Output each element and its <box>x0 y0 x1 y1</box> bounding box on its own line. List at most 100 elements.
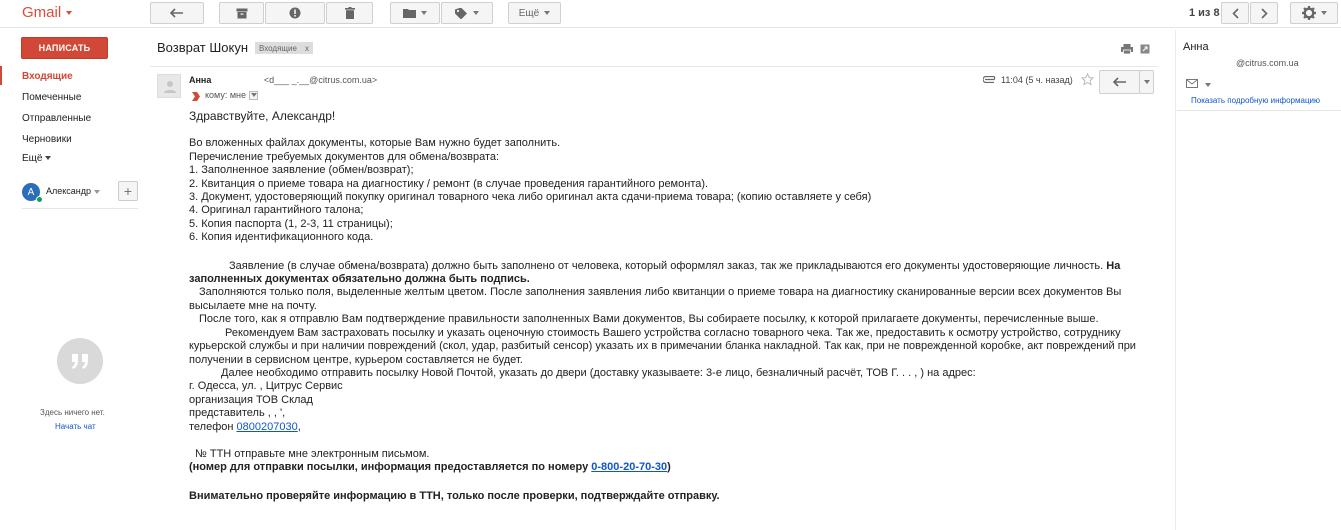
phone-line: телефон 0800207030, <box>189 421 1149 434</box>
trash-icon <box>344 7 355 19</box>
back-button[interactable] <box>150 2 204 24</box>
spam-icon <box>289 7 301 19</box>
ttn-info-line: (номер для отправки посылки, информация … <box>189 461 1149 474</box>
contact-email: @citrus.com.ua <box>1236 58 1299 68</box>
organization-line: организация ТОВ Склад <box>189 393 313 406</box>
compose-button[interactable]: НАПИСАТЬ <box>21 37 108 59</box>
gmail-logo[interactable]: Gmail <box>22 4 73 21</box>
star-icon[interactable] <box>1081 73 1094 86</box>
chat-empty-text: Здесь ничего нет. <box>40 408 105 417</box>
report-spam-button[interactable] <box>265 2 325 24</box>
chevron-down-icon <box>421 11 427 15</box>
hotline-link[interactable]: 0-800-20-70-30 <box>591 461 667 473</box>
older-button[interactable] <box>1250 2 1278 24</box>
paragraph-after-confirmation: После того, как я отправлю Вам подтвержд… <box>199 313 1099 326</box>
warning-text: Внимательно проверяйте информацию в ТТН,… <box>189 489 720 502</box>
more-actions-button[interactable]: Ещё <box>508 2 561 24</box>
sidebar-item-sent[interactable]: Отправленные <box>22 113 91 124</box>
gmail-logo-text: Gmail <box>22 4 62 21</box>
sidebar-item-label: Отправленные <box>22 113 92 124</box>
mail-icon[interactable] <box>1186 79 1198 88</box>
phone-suffix: , <box>297 420 301 433</box>
sidebar-item-label: Входящие <box>22 71 73 82</box>
online-status-icon <box>36 196 43 203</box>
paragraph-shipping: Далее необходимо отправить посылку Новой… <box>221 366 976 379</box>
sidebar-item-label: Черновики <box>22 134 72 145</box>
paragraph-fill-fields: Заполняются только поля, выделенные желт… <box>189 286 1122 312</box>
representative-line: представитель , , ', <box>189 407 286 420</box>
chevron-down-icon <box>473 11 479 15</box>
list-item: 2. Квитанция о приеме товара на диагност… <box>189 177 709 190</box>
move-to-button[interactable] <box>390 2 440 24</box>
header-divider <box>150 66 1158 67</box>
sidebar-item-inbox[interactable]: Входящие <box>22 71 73 82</box>
sender-line: Анна <d___ _.__@citrus.com.ua> <box>189 75 377 85</box>
sidebar-item-starred[interactable]: Помеченные <box>22 92 81 103</box>
to-me-label: кому: мне <box>205 90 246 100</box>
list-item: 1. Заполненное заявление (обмен/возврат)… <box>189 164 414 177</box>
open-new-window-icon[interactable] <box>1140 44 1150 54</box>
delete-button[interactable] <box>326 2 373 24</box>
reply-button[interactable] <box>1099 70 1140 94</box>
labels-button[interactable] <box>441 2 493 24</box>
chevron-down-icon <box>94 189 101 194</box>
more-actions-label: Ещё <box>518 7 540 19</box>
sidebar-divider <box>22 208 138 209</box>
hangouts-quote-icon <box>57 338 103 384</box>
contact-name: Анна <box>1183 41 1209 53</box>
compose-label: НАПИСАТЬ <box>38 43 91 53</box>
greeting: Здравствуйте, Александр! <box>189 109 336 123</box>
list-item: 5. Копия паспорта (1, 2-3, 11 страницы); <box>189 217 393 230</box>
list-item: 3. Документ, удостоверяющий покупку ориг… <box>189 191 872 204</box>
chevron-right-icon <box>1260 7 1268 19</box>
top-toolbar: Gmail Ещё 1 из 8 <box>0 0 1341 28</box>
intro: Во вложенных файлах документы, которые В… <box>189 137 561 150</box>
recipient-line: кому: мне <box>205 90 258 100</box>
add-chat-button[interactable]: + <box>118 181 138 201</box>
user-name[interactable]: Александр <box>46 186 101 196</box>
warning-line: Внимательно проверяйте информацию в ТТН,… <box>189 490 1149 503</box>
plus-icon: + <box>123 183 133 199</box>
message-subject: Возврат Шокун <box>157 40 249 55</box>
avatar-initial: А <box>27 186 35 198</box>
sidebar-item-drafts[interactable]: Черновики <box>22 134 72 145</box>
sidebar-item-label: Ещё <box>22 153 43 164</box>
sidebar-item-label: Помеченные <box>22 92 82 103</box>
chevron-down-icon[interactable] <box>1205 83 1211 87</box>
settings-button[interactable] <box>1290 2 1338 24</box>
show-details-link[interactable]: Показать подробную информацию <box>1191 96 1320 105</box>
reply-more-button[interactable] <box>1139 70 1154 94</box>
ttn-info-close: ) <box>667 461 671 474</box>
sender-name[interactable]: Анна <box>189 75 214 85</box>
paragraph-insurance: Рекомендуем Вам застраховать посылку и у… <box>189 326 1136 366</box>
pagination-counter: 1 из 8 <box>1189 7 1220 19</box>
archive-button[interactable] <box>219 2 264 24</box>
back-arrow-icon <box>170 8 183 18</box>
newer-button[interactable] <box>1221 2 1249 24</box>
label-tag-icon <box>455 7 467 19</box>
sender-avatar[interactable] <box>157 74 181 98</box>
phone-label: телефон <box>189 420 237 433</box>
sidebar-item-more[interactable]: Ещё <box>22 153 52 164</box>
attachment-icon <box>983 76 996 83</box>
list-title: Перечисление требуемых документов для об… <box>189 150 500 163</box>
archive-icon <box>236 8 247 18</box>
print-icon[interactable] <box>1121 44 1133 54</box>
list-item: 6. Копия идентификационного кода. <box>189 231 374 244</box>
person-icon <box>164 81 176 93</box>
phone-link[interactable]: 0800207030 <box>237 421 298 433</box>
importance-marker-icon[interactable] <box>192 92 200 101</box>
message-time: 11:04 (5 ч. назад) <box>1001 75 1073 85</box>
remove-label-icon[interactable]: x <box>305 44 309 53</box>
chevron-down-icon <box>1143 80 1150 84</box>
user-name-label: Александр <box>46 186 92 196</box>
start-chat-link[interactable]: Начать чат <box>55 422 96 431</box>
chevron-down-icon <box>250 93 257 97</box>
ttn-request: № ТТН отправьте мне электронным письмом. <box>195 447 430 460</box>
sender-email: <d___ _.__@citrus.com.ua> <box>263 75 378 85</box>
list-item: 4. Оригинал гарантийного талона; <box>189 204 364 217</box>
inbox-label-badge[interactable]: Входящие x <box>255 42 313 54</box>
show-details-button[interactable] <box>249 90 258 100</box>
paragraph-application: Заявление (в случае обмена/возврата) дол… <box>229 259 1104 272</box>
active-indicator <box>0 66 2 85</box>
